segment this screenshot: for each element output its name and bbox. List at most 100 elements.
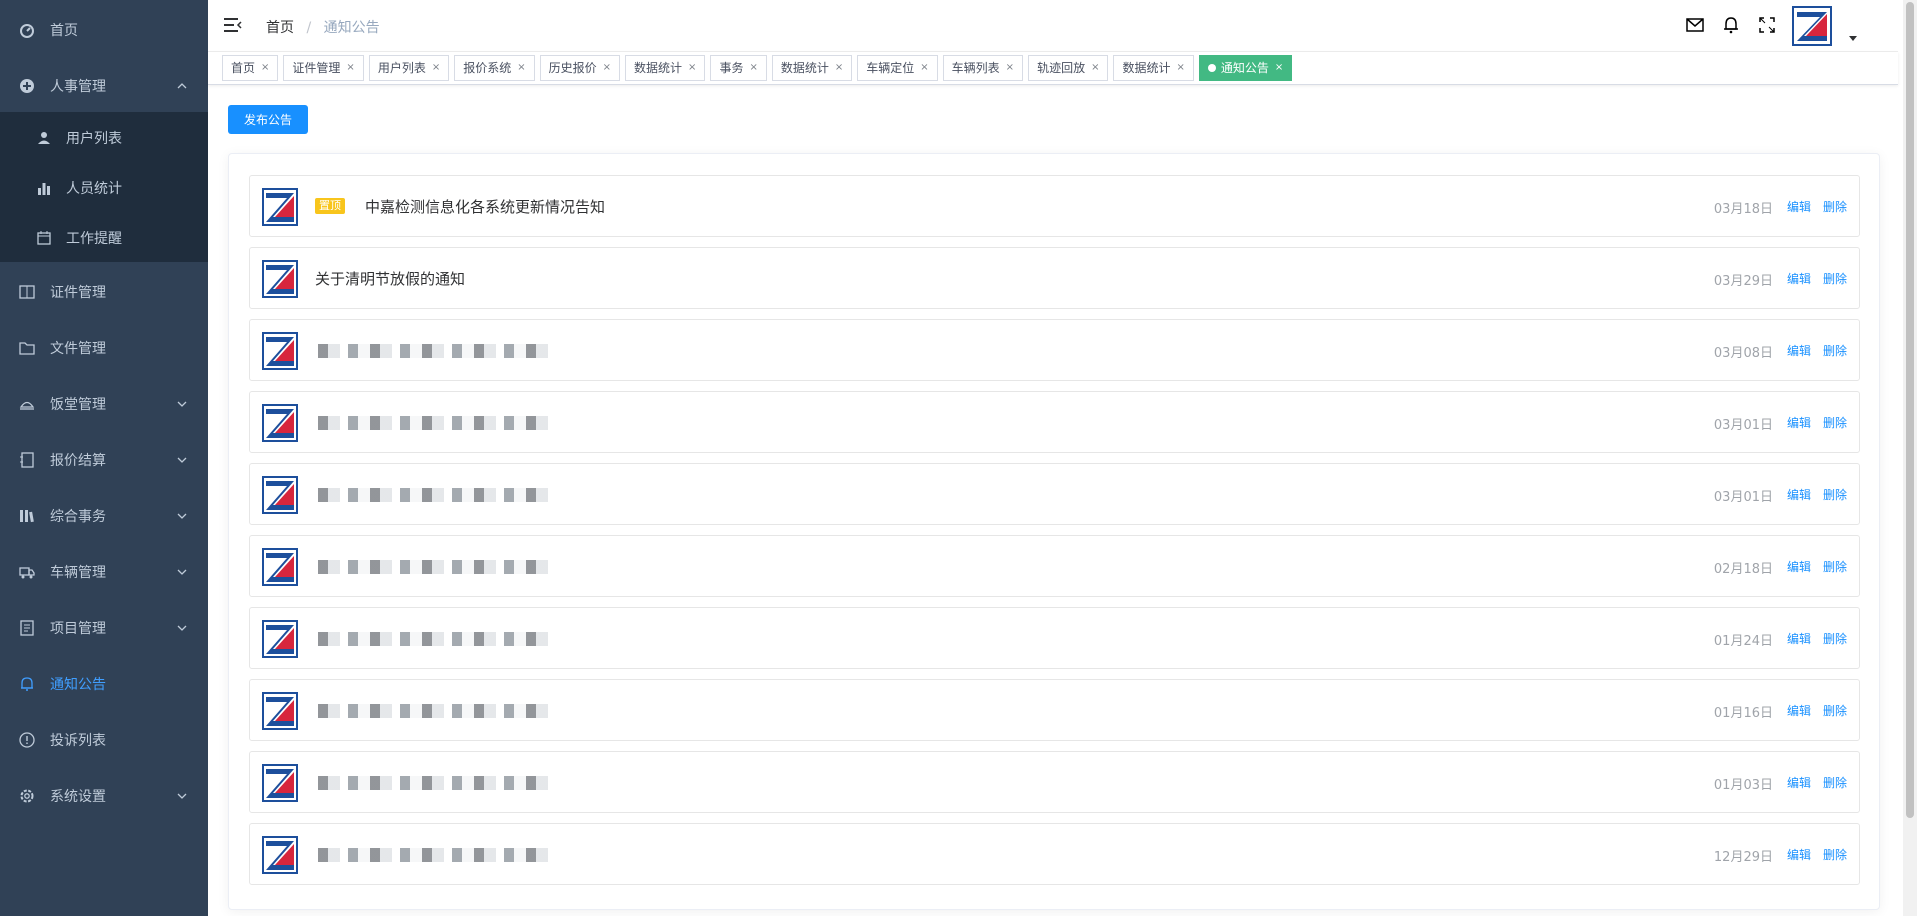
delete-link[interactable]: 删除 bbox=[1823, 558, 1847, 575]
notice-row[interactable]: 03月08日 编辑 删除 bbox=[249, 319, 1860, 381]
delete-link[interactable]: 删除 bbox=[1823, 846, 1847, 863]
notice-title-redacted[interactable] bbox=[318, 776, 548, 790]
notice-row[interactable]: 02月18日 编辑 删除 bbox=[249, 535, 1860, 597]
sidebar-item-settings[interactable]: 系统设置 bbox=[0, 768, 208, 824]
notice-title[interactable]: 中嘉检测信息化各系统更新情况告知 bbox=[365, 196, 605, 217]
tag-label: 轨迹回放 bbox=[1037, 61, 1086, 75]
sidebar-item-projects[interactable]: 项目管理 bbox=[0, 600, 208, 656]
notice-row[interactable]: 01月16日 编辑 删除 bbox=[249, 679, 1860, 741]
edit-link[interactable]: 编辑 bbox=[1787, 702, 1811, 719]
tag-label: 事务 bbox=[719, 61, 744, 75]
delete-link[interactable]: 删除 bbox=[1823, 342, 1847, 359]
tag-label: 通知公告 bbox=[1220, 61, 1269, 75]
hamburger-icon[interactable] bbox=[224, 16, 242, 34]
close-icon[interactable]: × bbox=[920, 56, 928, 80]
scrollbar-thumb[interactable] bbox=[1906, 2, 1914, 818]
header-actions bbox=[1684, 14, 1778, 36]
avatar[interactable] bbox=[1792, 6, 1832, 46]
delete-link[interactable]: 删除 bbox=[1823, 414, 1847, 431]
sidebar-item-vehicles[interactable]: 车辆管理 bbox=[0, 544, 208, 600]
edit-link[interactable]: 编辑 bbox=[1787, 630, 1811, 647]
sidebar-item-canteen[interactable]: 饭堂管理 bbox=[0, 376, 208, 432]
sidebar-item-label: 投诉列表 bbox=[50, 733, 106, 749]
notice-row[interactable]: 03月01日 编辑 删除 bbox=[249, 463, 1860, 525]
notice-row[interactable]: 关于清明节放假的通知 03月29日 编辑 删除 bbox=[249, 247, 1860, 309]
sidebar-item-home[interactable]: 首页 bbox=[0, 2, 208, 58]
notice-title-redacted[interactable] bbox=[318, 632, 548, 646]
close-icon[interactable]: × bbox=[835, 56, 843, 80]
breadcrumb-home[interactable]: 首页 bbox=[266, 20, 294, 36]
pinned-badge: 置顶 bbox=[315, 198, 345, 214]
sidebar-item-quote-settlement[interactable]: 报价结算 bbox=[0, 432, 208, 488]
notice-row[interactable]: 12月29日 编辑 删除 bbox=[249, 823, 1860, 885]
edit-link[interactable]: 编辑 bbox=[1787, 558, 1811, 575]
close-icon[interactable]: × bbox=[432, 56, 440, 80]
tag-certificates[interactable]: 证件管理 × bbox=[283, 55, 364, 81]
notice-row[interactable]: 01月24日 编辑 删除 bbox=[249, 607, 1860, 669]
delete-link[interactable]: 删除 bbox=[1823, 774, 1847, 791]
notice-date: 12月29日 bbox=[1713, 850, 1773, 865]
sidebar-item-files[interactable]: 文件管理 bbox=[0, 320, 208, 376]
tag-label: 首页 bbox=[231, 61, 256, 75]
sidebar-subitem-work-reminder[interactable]: 工作提醒 bbox=[0, 213, 208, 263]
edit-link[interactable]: 编辑 bbox=[1787, 270, 1811, 287]
tag-quote-system[interactable]: 报价系统 × bbox=[454, 55, 535, 81]
tag-quote-history[interactable]: 历史报价 × bbox=[539, 55, 621, 81]
close-icon[interactable]: × bbox=[1006, 56, 1014, 80]
edit-link[interactable]: 编辑 bbox=[1787, 198, 1811, 215]
close-icon[interactable]: × bbox=[517, 56, 525, 80]
notice-title[interactable]: 关于清明节放假的通知 bbox=[315, 268, 465, 289]
tag-data-stats[interactable]: 数据统计 × bbox=[771, 55, 853, 81]
edit-link[interactable]: 编辑 bbox=[1787, 486, 1811, 503]
sidebar-item-complaints[interactable]: 投诉列表 bbox=[0, 712, 208, 768]
close-icon[interactable]: × bbox=[603, 56, 611, 80]
tag-user-list[interactable]: 用户列表 × bbox=[368, 55, 450, 81]
tag-affairs[interactable]: 事务 × bbox=[710, 55, 767, 81]
mail-icon[interactable] bbox=[1684, 14, 1706, 36]
delete-link[interactable]: 删除 bbox=[1823, 630, 1847, 647]
tag-data-stats[interactable]: 数据统计 × bbox=[625, 55, 706, 81]
tag-data-stats[interactable]: 数据统计 × bbox=[1113, 55, 1194, 81]
publish-notice-button[interactable]: 发布公告 bbox=[228, 105, 308, 134]
tag-home[interactable]: 首页 × bbox=[222, 55, 279, 81]
notice-row[interactable]: 置顶 中嘉检测信息化各系统更新情况告知 03月18日 编辑 删除 bbox=[249, 175, 1860, 237]
delete-link[interactable]: 删除 bbox=[1823, 702, 1847, 719]
chevron-down-icon bbox=[176, 510, 188, 522]
notice-title-redacted[interactable] bbox=[318, 488, 548, 502]
close-icon[interactable]: × bbox=[261, 56, 269, 80]
edit-link[interactable]: 编辑 bbox=[1787, 774, 1811, 791]
notice-title-redacted[interactable] bbox=[318, 560, 548, 574]
close-icon[interactable]: × bbox=[1091, 56, 1099, 80]
sidebar-item-hr[interactable]: 人事管理 bbox=[0, 58, 208, 114]
close-icon[interactable]: × bbox=[688, 56, 696, 80]
caret-down-icon[interactable] bbox=[1848, 28, 1858, 41]
close-icon[interactable]: × bbox=[1176, 56, 1184, 80]
notice-title-redacted[interactable] bbox=[318, 704, 548, 718]
tag-track-playback[interactable]: 轨迹回放 × bbox=[1028, 55, 1109, 81]
sidebar-subitem-staff-stats[interactable]: 人员统计 bbox=[0, 163, 208, 213]
delete-link[interactable]: 删除 bbox=[1823, 270, 1847, 287]
sidebar-item-certificates[interactable]: 证件管理 bbox=[0, 264, 208, 320]
delete-link[interactable]: 删除 bbox=[1823, 198, 1847, 215]
notice-row[interactable]: 03月01日 编辑 删除 bbox=[249, 391, 1860, 453]
tag-vehicle-location[interactable]: 车辆定位 × bbox=[857, 55, 938, 81]
sidebar-item-general-affairs[interactable]: 综合事务 bbox=[0, 488, 208, 544]
edit-link[interactable]: 编辑 bbox=[1787, 414, 1811, 431]
notice-row[interactable]: 01月03日 编辑 删除 bbox=[249, 751, 1860, 813]
delete-link[interactable]: 删除 bbox=[1823, 486, 1847, 503]
edit-link[interactable]: 编辑 bbox=[1787, 846, 1811, 863]
notice-title-redacted[interactable] bbox=[318, 344, 548, 358]
tag-vehicle-list[interactable]: 车辆列表 × bbox=[942, 55, 1024, 81]
close-icon[interactable]: × bbox=[346, 56, 354, 80]
scrollbar[interactable] bbox=[1903, 0, 1917, 916]
tag-notices[interactable]: 通知公告 × bbox=[1198, 55, 1293, 81]
notice-title-redacted[interactable] bbox=[318, 848, 548, 862]
fullscreen-icon[interactable] bbox=[1756, 14, 1778, 36]
edit-link[interactable]: 编辑 bbox=[1787, 342, 1811, 359]
close-icon[interactable]: × bbox=[749, 56, 757, 80]
notice-title-redacted[interactable] bbox=[318, 416, 548, 430]
sidebar-subitem-user-list[interactable]: 用户列表 bbox=[0, 113, 208, 163]
sidebar-item-notices[interactable]: 通知公告 bbox=[0, 656, 208, 712]
close-icon[interactable]: × bbox=[1275, 56, 1283, 80]
bell-icon[interactable] bbox=[1720, 14, 1742, 36]
